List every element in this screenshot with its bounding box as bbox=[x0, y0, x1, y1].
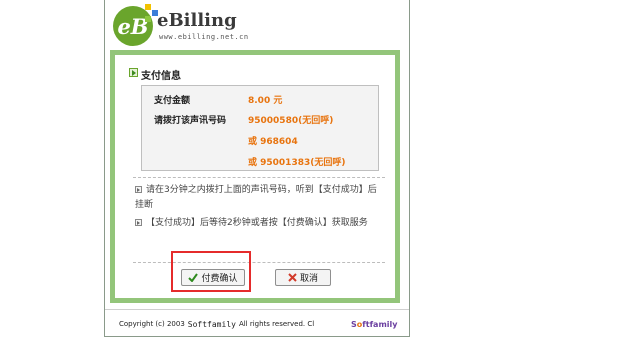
logo-url: www.ebilling.net.cn bbox=[159, 33, 249, 41]
footer-divider bbox=[105, 309, 409, 310]
cancel-button-label: 取消 bbox=[299, 274, 318, 284]
section-title: 支付信息 bbox=[141, 71, 181, 82]
billing-panel: eB eBilling www.ebilling.net.cn 支付信息 支付金… bbox=[104, 0, 410, 337]
ebilling-logo-mark: eB bbox=[113, 4, 158, 46]
section-arrow-icon bbox=[129, 68, 138, 77]
phone-number-3: 或 95001383(无回呼) bbox=[248, 158, 346, 168]
divider-top bbox=[133, 177, 385, 178]
amount-label: 支付金额 bbox=[154, 96, 191, 106]
confirm-button-label: 付费确认 bbox=[201, 274, 238, 284]
payment-frame: 支付信息 支付金额 8.00 元 请拨打该声讯号码 95000580(无回呼) … bbox=[110, 50, 400, 303]
note-2-text: 【支付成功】后等待2秒钟或者按【付费确认】获取服务 bbox=[146, 218, 368, 228]
logo-square-green bbox=[145, 16, 151, 22]
copyright-brand: Softfamily bbox=[187, 319, 236, 329]
softfamily-logo: Softfamily bbox=[351, 320, 397, 329]
confirm-payment-button[interactable]: 付费确认 bbox=[181, 269, 245, 286]
logo-square-yellow bbox=[145, 4, 151, 10]
phone-number-2: 或 968604 bbox=[248, 137, 298, 147]
note-bullet-icon bbox=[135, 186, 142, 193]
note-1-text: 请在3分钟之内拨打上面的声讯号码，听到【支付成功】后挂断 bbox=[135, 185, 377, 210]
header: eB eBilling www.ebilling.net.cn bbox=[105, 0, 409, 48]
note-2: 【支付成功】后等待2秒钟或者按【付费确认】获取服务 bbox=[135, 216, 383, 231]
check-icon bbox=[188, 273, 199, 282]
close-icon bbox=[288, 273, 297, 282]
footer: Copyright (c) 2003 Softfamily All rights… bbox=[105, 313, 409, 335]
note-bullet-icon bbox=[135, 219, 142, 226]
phone-label: 请拨打该声讯号码 bbox=[154, 116, 227, 126]
phone-number-1: 95000580(无回呼) bbox=[248, 116, 334, 126]
softfamily-logo-rest: ftfamily bbox=[362, 319, 398, 329]
payment-info-box: 支付金额 8.00 元 请拨打该声讯号码 95000580(无回呼) 或 968… bbox=[141, 85, 379, 171]
copyright-suffix: All rights reserved. Cl bbox=[238, 320, 315, 328]
note-1: 请在3分钟之内拨打上面的声讯号码，听到【支付成功】后挂断 bbox=[135, 183, 383, 213]
logo-name: eBilling bbox=[157, 10, 237, 31]
copyright-prefix: Copyright (c) 2003 bbox=[119, 320, 185, 328]
cancel-button[interactable]: 取消 bbox=[275, 269, 331, 286]
logo-mark-text: eB bbox=[117, 13, 149, 39]
amount-value: 8.00 元 bbox=[248, 96, 283, 106]
